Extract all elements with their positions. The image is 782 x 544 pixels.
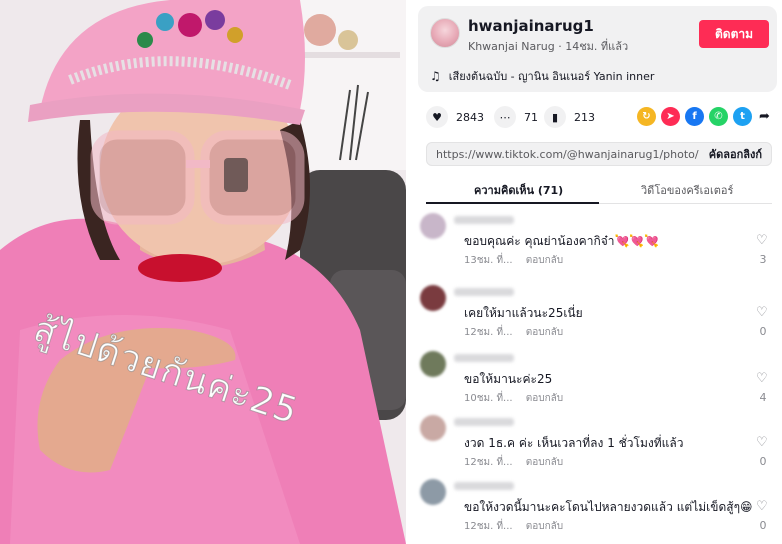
comment-heart-icon[interactable]: ♡ <box>756 305 768 320</box>
comment-text: งวด 1ธ.ค ค่ะ เห็นเวลาที่ลง 1 ชั่วโมงที่แ… <box>464 436 684 450</box>
comment-time: 12ชม. ที่... <box>464 457 513 468</box>
heart-icon[interactable]: ♥ <box>426 106 448 128</box>
comment-item: งวด 1ธ.ค ค่ะ เห็นเวลาที่ลง 1 ชั่วโมงที่แ… <box>406 412 782 472</box>
comment-meta: 10ชม. ที่... ตอบกลับ <box>464 391 563 406</box>
author-card: hwanjainarug1 Khwanjai Narug · 14ชม. ที่… <box>418 6 777 92</box>
comment-meta: 12ชม. ที่... ตอบกลับ <box>464 325 563 340</box>
comment-item: ขอให้งวดนี้มานะคะโดนไปหลายงวดแล้ว แต่ไม่… <box>406 476 782 536</box>
comment-username[interactable] <box>454 354 514 362</box>
active-tab-indicator <box>426 202 599 204</box>
comment-like-count: 0 <box>759 325 767 338</box>
like-action[interactable]: ♥ 2843 <box>426 106 484 128</box>
comment-item: ขอให้มานะค่ะ25 10ชม. ที่... ตอบกลับ ♡ 4 <box>406 348 782 408</box>
tab-comments[interactable]: ความคิดเห็น (71) <box>474 181 563 199</box>
comment-avatar[interactable] <box>420 213 446 239</box>
comment-username[interactable] <box>454 482 514 490</box>
comment-heart-icon[interactable]: ♡ <box>756 435 768 450</box>
share-link-url[interactable]: https://www.tiktok.com/@hwanjainarug1/ph… <box>427 148 699 161</box>
comment-meta: 12ชม. ที่... ตอบกลับ <box>464 519 563 534</box>
comment-text: ขอบคุณค่ะ คุณย่าน้องคากิจ๋า💘💘💘 <box>464 234 660 248</box>
save-action[interactable]: ▮ 213 <box>544 106 595 128</box>
comment-count: 71 <box>524 110 538 124</box>
comment-avatar[interactable] <box>420 479 446 505</box>
comment-like-count: 4 <box>759 391 767 404</box>
comment-time: 12ชม. ที่... <box>464 327 513 338</box>
author-display-name: Khwanjai Narug <box>468 40 555 53</box>
tab-creator-videos[interactable]: วิดีโอของครีเอเตอร์ <box>641 181 733 199</box>
comment-heart-icon[interactable]: ♡ <box>756 499 768 514</box>
comment-text: ขอให้มานะค่ะ25 <box>464 372 553 386</box>
comment-like-count: 0 <box>759 455 767 468</box>
comment-avatar[interactable] <box>420 285 446 311</box>
reply-button[interactable]: ตอบกลับ <box>526 393 563 404</box>
copy-link-button[interactable]: คัดลอกลิงก์ <box>699 143 771 165</box>
comment-meta: 13ชม. ที่... ตอบกลับ <box>464 253 563 268</box>
comment-avatar[interactable] <box>420 351 446 377</box>
twitter-icon[interactable]: t <box>733 107 752 126</box>
comment-meta: 12ชม. ที่... ตอบกลับ <box>464 455 563 470</box>
comment-time: 12ชม. ที่... <box>464 521 513 532</box>
bookmark-icon[interactable]: ▮ <box>544 106 566 128</box>
comment-username[interactable] <box>454 288 514 296</box>
share-link-box: https://www.tiktok.com/@hwanjainarug1/ph… <box>426 142 772 166</box>
comment-heart-icon[interactable]: ♡ <box>756 233 768 248</box>
author-subline: Khwanjai Narug · 14ชม. ที่แล้ว <box>468 37 628 55</box>
reply-button[interactable]: ตอบกลับ <box>526 457 563 468</box>
detail-panel: hwanjainarug1 Khwanjai Narug · 14ชม. ที่… <box>406 0 782 544</box>
facebook-icon[interactable]: f <box>685 107 704 126</box>
repost-icon[interactable]: ↻ <box>637 107 656 126</box>
comment-item: ขอบคุณค่ะ คุณย่าน้องคากิจ๋า💘💘💘 13ชม. ที่… <box>406 210 782 270</box>
comment-like-count: 0 <box>759 519 767 532</box>
comment-time: 13ชม. ที่... <box>464 255 513 266</box>
action-bar: ♥ 2843 ⋯ 71 ▮ 213 ↻ ➤ f ✆ t ➦ <box>426 106 770 130</box>
comment-text: เคยให้มาแล้วนะ25เนี่ย <box>464 306 583 320</box>
author-avatar[interactable] <box>430 18 460 48</box>
music-note-icon: ♫ <box>430 69 441 83</box>
comment-text: ขอให้งวดนี้มานะคะโดนไปหลายงวดแล้ว แต่ไม่… <box>464 500 753 514</box>
comment-tabs: ความคิดเห็น (71) วิดีโอของครีเอเตอร์ <box>426 176 772 204</box>
reply-button[interactable]: ตอบกลับ <box>526 327 563 338</box>
comment-username[interactable] <box>454 216 514 224</box>
whatsapp-icon[interactable]: ✆ <box>709 107 728 126</box>
music-row[interactable]: ♫ เสียงต้นฉบับ - ญานิน อินเนอร์ Yanin in… <box>430 67 654 85</box>
share-arrow-icon[interactable]: ➦ <box>755 107 774 126</box>
comment-heart-icon[interactable]: ♡ <box>756 371 768 386</box>
save-count: 213 <box>574 110 595 124</box>
comment-item: เคยให้มาแล้วนะ25เนี่ย 12ชม. ที่... ตอบกล… <box>406 282 782 342</box>
comment-username[interactable] <box>454 418 514 426</box>
comment-time: 10ชม. ที่... <box>464 393 513 404</box>
comment-icon[interactable]: ⋯ <box>494 106 516 128</box>
reply-button[interactable]: ตอบกลับ <box>526 521 563 532</box>
reply-button[interactable]: ตอบกลับ <box>526 255 563 266</box>
comment-like-count: 3 <box>759 253 767 266</box>
follow-button[interactable]: ติดตาม <box>699 20 769 48</box>
like-count: 2843 <box>456 110 484 124</box>
comment-action[interactable]: ⋯ 71 <box>494 106 538 128</box>
post-time: 14ชม. ที่แล้ว <box>565 40 629 53</box>
photo-illustration <box>0 0 406 544</box>
post-photo[interactable]: สู้ไปด้วยกันค่ะ25 <box>0 0 406 544</box>
comment-avatar[interactable] <box>420 415 446 441</box>
music-title[interactable]: เสียงต้นฉบับ - ญานิน อินเนอร์ Yanin inne… <box>449 67 655 85</box>
author-username[interactable]: hwanjainarug1 <box>468 17 594 35</box>
send-icon[interactable]: ➤ <box>661 107 680 126</box>
